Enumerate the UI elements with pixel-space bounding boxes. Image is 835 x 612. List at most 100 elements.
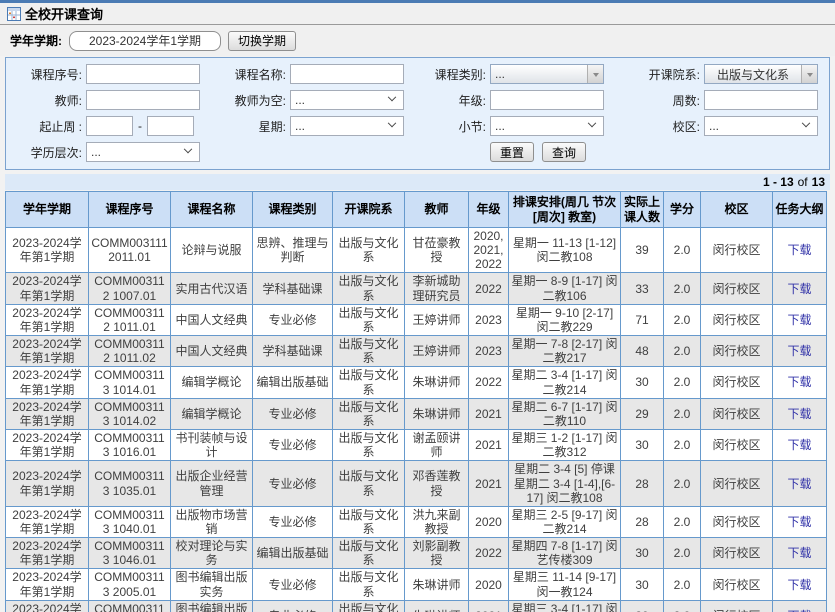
cell-semester: 2023-2024学年第1学期 xyxy=(6,367,89,398)
cell-enrolled: 30 xyxy=(621,600,664,612)
download-link[interactable]: 下载 xyxy=(787,438,811,452)
cell-credit: 2.0 xyxy=(664,569,701,600)
header-syllabus: 任务大纲 xyxy=(773,192,827,228)
dropdown-arrow-icon[interactable] xyxy=(587,65,603,83)
cell-teacher: 王婷讲师 xyxy=(405,336,469,367)
cell-teacher: 刘影副教授 xyxy=(405,538,469,569)
table-row: 2023-2024学年第1学期 COMM003113 2005.01 图书编辑出… xyxy=(6,569,827,600)
degree-level-value: ... xyxy=(91,145,101,159)
download-link[interactable]: 下载 xyxy=(787,344,811,358)
header-enrolled: 实际上课人数 xyxy=(621,192,664,228)
cell-course-name: 图书编辑出版实务 xyxy=(171,569,253,600)
search-panel: 课程序号: 课程名称: 课程类别: ... 开课院系: 出版与文化系 教师: 教… xyxy=(5,57,830,170)
course-no-input[interactable] xyxy=(86,64,200,84)
teacher-empty-select[interactable]: ... xyxy=(290,90,404,110)
download-link[interactable]: 下载 xyxy=(787,375,811,389)
download-link[interactable]: 下载 xyxy=(787,243,811,257)
cell-course-no: COMM003113 1014.01 xyxy=(89,367,171,398)
cell-department: 出版与文化系 xyxy=(333,569,405,600)
cell-credit: 2.0 xyxy=(664,367,701,398)
cell-enrolled: 30 xyxy=(621,367,664,398)
campus-select[interactable]: ... xyxy=(704,116,818,136)
section-select[interactable]: ... xyxy=(490,116,604,136)
semester-input[interactable] xyxy=(69,31,221,51)
cell-schedule: 星期三 1-2 [1-17] 闵二教312 xyxy=(509,430,621,461)
cell-campus: 闵行校区 xyxy=(701,336,773,367)
header-course-no: 课程序号 xyxy=(89,192,171,228)
cell-teacher: 洪九来副教授 xyxy=(405,506,469,537)
cell-department: 出版与文化系 xyxy=(333,367,405,398)
download-link[interactable]: 下载 xyxy=(787,578,811,592)
header-credit: 学分 xyxy=(664,192,701,228)
degree-level-select[interactable]: ... xyxy=(86,142,200,162)
cell-course-type: 学科基础课 xyxy=(253,336,333,367)
cell-course-no: COMM003113 1040.01 xyxy=(89,506,171,537)
cell-syllabus: 下载 xyxy=(773,461,827,506)
teacher-input[interactable] xyxy=(86,90,200,110)
grade-input[interactable] xyxy=(490,90,604,110)
cell-grade: 2020, 2021, 2022 xyxy=(469,228,509,273)
chevron-down-icon xyxy=(802,119,810,127)
download-link[interactable]: 下载 xyxy=(787,546,811,560)
course-no-label: 课程序号: xyxy=(12,66,86,83)
semester-label: 学年学期: xyxy=(10,32,62,49)
cell-enrolled: 28 xyxy=(621,506,664,537)
cell-syllabus: 下载 xyxy=(773,600,827,612)
reset-button[interactable]: 重置 xyxy=(490,142,534,162)
cell-grade: 2022 xyxy=(469,273,509,304)
cell-syllabus: 下载 xyxy=(773,228,827,273)
download-link[interactable]: 下载 xyxy=(787,407,811,421)
cell-credit: 2.0 xyxy=(664,304,701,335)
weekday-select[interactable]: ... xyxy=(290,116,404,136)
cell-teacher: 朱琳讲师 xyxy=(405,398,469,429)
table-row: 2023-2024学年第1学期 COMM003113 1035.01 出版企业经… xyxy=(6,461,827,506)
department-label: 开课院系: xyxy=(608,66,704,83)
course-name-input[interactable] xyxy=(290,64,404,84)
cell-credit: 2.0 xyxy=(664,538,701,569)
cell-teacher: 王婷讲师 xyxy=(405,304,469,335)
cell-department: 出版与文化系 xyxy=(333,273,405,304)
download-link[interactable]: 下载 xyxy=(787,515,811,529)
cell-credit: 2.0 xyxy=(664,461,701,506)
switch-semester-button[interactable]: 切换学期 xyxy=(228,31,296,51)
cell-schedule: 星期一 9-10 [2-17] 闵二教229 xyxy=(509,304,621,335)
cell-course-no: COMM003112 1011.01 xyxy=(89,304,171,335)
dropdown-arrow-icon[interactable] xyxy=(801,65,817,83)
cell-department: 出版与文化系 xyxy=(333,461,405,506)
cell-semester: 2023-2024学年第1学期 xyxy=(6,304,89,335)
cell-course-type: 学科基础课 xyxy=(253,273,333,304)
download-link[interactable]: 下载 xyxy=(787,313,811,327)
form-buttons: 重置 查询 xyxy=(490,142,608,162)
download-link[interactable]: 下载 xyxy=(787,282,811,296)
cell-teacher: 甘莅豪教授 xyxy=(405,228,469,273)
table-header-row: 学年学期 课程序号 课程名称 课程类别 开课院系 教师 年级 排课安排(周几 节… xyxy=(6,192,827,228)
cell-grade: 2021 xyxy=(469,430,509,461)
week-from-input[interactable] xyxy=(86,116,133,136)
week-to-input[interactable] xyxy=(147,116,194,136)
weeks-input[interactable] xyxy=(704,90,818,110)
cell-grade: 2023 xyxy=(469,336,509,367)
cell-semester: 2023-2024学年第1学期 xyxy=(6,600,89,612)
cell-semester: 2023-2024学年第1学期 xyxy=(6,228,89,273)
cell-syllabus: 下载 xyxy=(773,367,827,398)
cell-campus: 闵行校区 xyxy=(701,228,773,273)
course-name-label: 课程名称: xyxy=(204,66,290,83)
cell-schedule: 星期二 6-7 [1-17] 闵二教110 xyxy=(509,398,621,429)
cell-grade: 2022 xyxy=(469,367,509,398)
cell-campus: 闵行校区 xyxy=(701,430,773,461)
chevron-down-icon xyxy=(388,93,396,101)
download-link[interactable]: 下载 xyxy=(787,477,811,491)
course-type-value: ... xyxy=(491,65,587,83)
semester-bar: 学年学期: 切换学期 xyxy=(0,25,835,56)
course-type-combo[interactable]: ... xyxy=(490,64,604,84)
cell-enrolled: 48 xyxy=(621,336,664,367)
cell-credit: 2.0 xyxy=(664,273,701,304)
department-combo[interactable]: 出版与文化系 xyxy=(704,64,818,84)
cell-teacher: 朱琳讲师 xyxy=(405,367,469,398)
cell-grade: 2020 xyxy=(469,569,509,600)
cell-semester: 2023-2024学年第1学期 xyxy=(6,538,89,569)
cell-credit: 2.0 xyxy=(664,430,701,461)
query-button[interactable]: 查询 xyxy=(542,142,586,162)
cell-enrolled: 30 xyxy=(621,569,664,600)
cell-grade: 2021 xyxy=(469,398,509,429)
